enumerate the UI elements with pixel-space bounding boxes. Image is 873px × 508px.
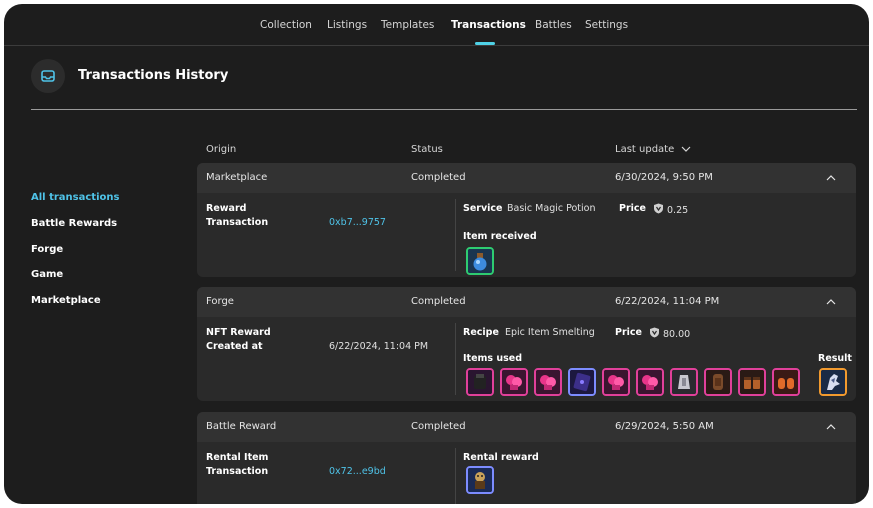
nav-divider <box>4 45 869 46</box>
transaction-card-header[interactable]: Marketplace Completed 6/30/2024, 9:50 PM <box>197 163 856 193</box>
transaction-status: Completed <box>411 421 466 432</box>
item-thumbnail[interactable] <box>772 368 800 396</box>
service-label: Service <box>463 203 503 214</box>
column-header-last-update[interactable]: Last update <box>615 144 691 155</box>
item-thumbnail[interactable] <box>602 368 630 396</box>
transaction-hash-link[interactable]: 0xb7...9757 <box>329 217 386 228</box>
chevron-up-icon[interactable] <box>824 420 838 434</box>
price-value: 0.25 <box>667 205 689 216</box>
card-divider <box>455 323 456 395</box>
inbox-icon <box>31 59 65 93</box>
last-update-label: Last update <box>615 144 675 155</box>
rental-reward-thumbnail[interactable] <box>466 466 494 494</box>
transaction-card-header[interactable]: Battle Reward Completed 6/29/2024, 5:50 … <box>197 412 856 442</box>
app-window: Collection Listings Templates Transactio… <box>4 4 869 504</box>
nft-reward-label: NFT Reward <box>206 327 271 338</box>
item-thumbnail[interactable] <box>670 368 698 396</box>
transaction-date: 6/29/2024, 5:50 AM <box>615 421 714 432</box>
item-thumbnail[interactable] <box>636 368 664 396</box>
chevron-up-icon[interactable] <box>824 295 838 309</box>
recipe-value: Epic Item Smelting <box>505 327 595 338</box>
top-nav: Collection Listings Templates Transactio… <box>4 4 869 48</box>
price-label: Price <box>619 203 646 214</box>
rental-item-label: Rental Item <box>206 452 269 463</box>
sidebar-item-forge[interactable]: Forge <box>31 244 63 255</box>
item-thumbnail[interactable] <box>500 368 528 396</box>
sidebar-item-all-transactions[interactable]: All transactions <box>31 192 119 203</box>
transaction-card: Forge Completed 6/22/2024, 11:04 PM NFT … <box>197 287 856 401</box>
tab-battles[interactable]: Battles <box>535 19 572 31</box>
transaction-card-body: Rental Item Transaction 0x72...e9bd Rent… <box>197 442 856 504</box>
transaction-label: Transaction <box>206 466 269 477</box>
transaction-card: Battle Reward Completed 6/29/2024, 5:50 … <box>197 412 856 504</box>
price-value: 80.00 <box>663 329 691 340</box>
shield-coin-icon <box>654 203 663 214</box>
result-label: Result <box>818 353 852 364</box>
price-value-group: 80.00 <box>649 327 690 340</box>
created-at-value: 6/22/2024, 11:04 PM <box>329 341 429 352</box>
transaction-label: Transaction <box>206 217 269 228</box>
transaction-status: Completed <box>411 296 466 307</box>
chevron-up-icon[interactable] <box>824 171 838 185</box>
item-thumbnail[interactable] <box>568 368 596 396</box>
transaction-hash-link[interactable]: 0x72...e9bd <box>329 466 386 477</box>
transaction-origin: Marketplace <box>206 172 268 183</box>
item-thumbnail[interactable] <box>738 368 766 396</box>
chevron-down-icon <box>682 146 691 152</box>
potion-item-thumbnail[interactable] <box>466 247 494 275</box>
transaction-origin: Forge <box>206 296 234 307</box>
items-used-label: Items used <box>463 353 523 364</box>
tab-collection[interactable]: Collection <box>260 19 312 31</box>
item-thumbnail[interactable] <box>534 368 562 396</box>
rental-reward-label: Rental reward <box>463 452 539 463</box>
item-thumbnail[interactable] <box>704 368 732 396</box>
transaction-card-body: NFT Reward Created at 6/22/2024, 11:04 P… <box>197 317 856 401</box>
service-value: Basic Magic Potion <box>507 203 596 214</box>
tab-transactions[interactable]: Transactions <box>451 19 526 31</box>
column-header-origin: Origin <box>206 144 237 155</box>
sidebar-item-game[interactable]: Game <box>31 269 63 280</box>
transaction-origin: Battle Reward <box>206 421 277 432</box>
transaction-card-body: Reward Transaction 0xb7...9757 Service B… <box>197 193 856 277</box>
transaction-date: 6/30/2024, 9:50 PM <box>615 172 713 183</box>
header-divider <box>31 109 857 110</box>
recipe-label: Recipe <box>463 327 499 338</box>
tab-settings[interactable]: Settings <box>585 19 628 31</box>
sidebar-item-battle-rewards[interactable]: Battle Rewards <box>31 218 117 229</box>
transaction-date: 6/22/2024, 11:04 PM <box>615 296 720 307</box>
tab-templates[interactable]: Templates <box>381 19 434 31</box>
transaction-card-header[interactable]: Forge Completed 6/22/2024, 11:04 PM <box>197 287 856 317</box>
result-item-thumbnail[interactable] <box>819 368 847 396</box>
price-label: Price <box>615 327 642 338</box>
shield-coin-icon <box>650 327 659 338</box>
item-received-label: Item received <box>463 231 537 242</box>
created-at-label: Created at <box>206 341 263 352</box>
card-divider <box>455 199 456 271</box>
column-header-status: Status <box>411 144 443 155</box>
price-value-group: 0.25 <box>653 203 688 216</box>
reward-label: Reward <box>206 203 247 214</box>
transaction-card: Marketplace Completed 6/30/2024, 9:50 PM… <box>197 163 856 277</box>
card-divider <box>455 448 456 504</box>
tab-listings[interactable]: Listings <box>327 19 367 31</box>
item-thumbnail[interactable] <box>466 368 494 396</box>
page-title: Transactions History <box>78 68 229 83</box>
transaction-status: Completed <box>411 172 466 183</box>
sidebar-item-marketplace[interactable]: Marketplace <box>31 295 101 306</box>
